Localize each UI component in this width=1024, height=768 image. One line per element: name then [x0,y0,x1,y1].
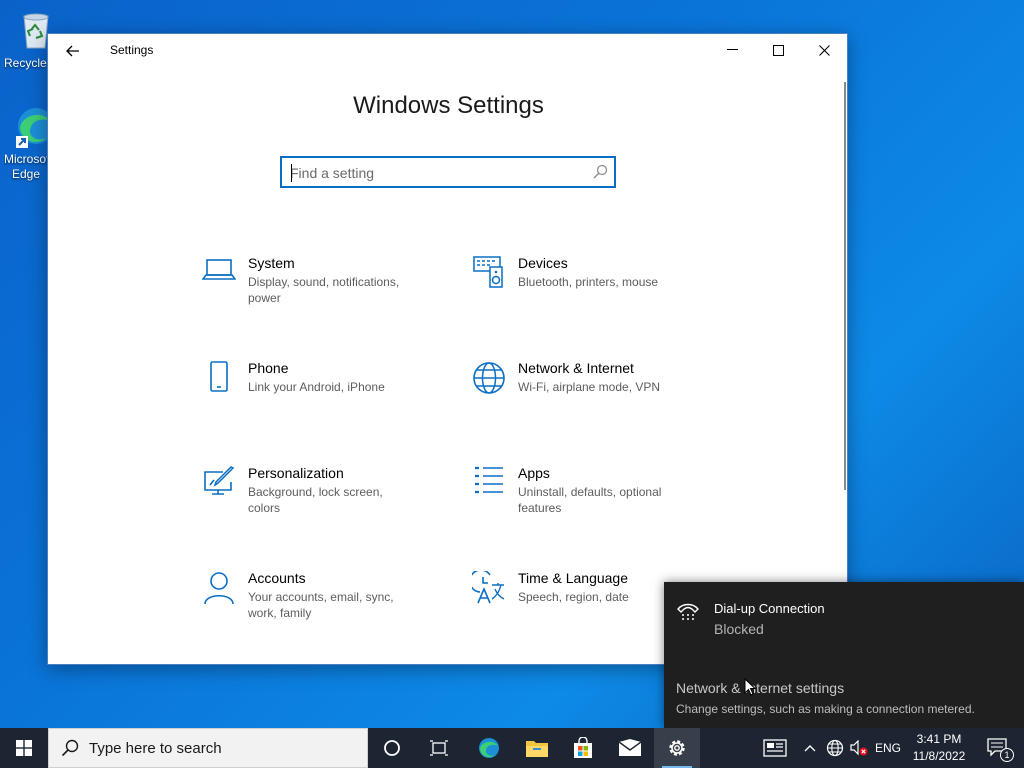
mouse-cursor-icon [744,678,756,696]
store-icon [574,737,592,758]
category-personalization[interactable]: Personalization Background, lock screen,… [194,464,434,534]
time-language-icon [464,569,514,609]
news-button[interactable] [758,728,792,768]
category-network-internet[interactable]: Network & Internet Wi-Fi, airplane mode,… [464,359,704,429]
category-accounts[interactable]: Accounts Your accounts, email, sync, wor… [194,569,434,639]
category-name: Devices [518,255,568,271]
search-icon [61,739,79,757]
page-title: Windows Settings [353,92,544,119]
category-description: Background, lock screen, colors [248,485,383,515]
category-name: Time & Language [518,570,628,586]
minimize-icon [726,49,738,50]
maximize-icon [772,44,784,56]
maximize-button[interactable] [755,34,801,66]
taskbar-search-placeholder: Type here to search [89,740,222,757]
mail-icon [618,739,642,756]
start-button[interactable] [0,728,48,768]
desktop-icon-label: Microsoft Edge [4,152,48,181]
person-icon [194,569,244,609]
settings-window: Settings Windows Settings System Display… [47,33,848,665]
task-view-button[interactable] [416,728,462,768]
mail-button[interactable] [607,728,653,768]
category-description: Your accounts, email, sync, work, family [248,590,394,620]
category-name: Phone [248,360,289,376]
connection-name: Dial-up Connection [714,601,825,616]
volume-muted-icon [850,740,868,756]
category-description: Bluetooth, printers, mouse [518,275,659,289]
category-name: Apps [518,465,550,481]
category-system[interactable]: System Display, sound, notifications, po… [194,254,434,324]
dialup-icon [676,600,700,629]
file-explorer-icon [526,741,548,757]
category-description: Link your Android, iPhone [248,380,385,394]
category-name: System [248,255,295,271]
news-icon [763,739,787,757]
input-language-button[interactable]: ENG [872,728,904,768]
clock-time: 3:41 PM [916,732,962,746]
window-title: Settings [110,43,154,57]
dialup-connection-item[interactable]: Dial-up Connection Blocked [664,592,1024,652]
network-tray-button[interactable] [822,728,848,768]
category-name: Accounts [248,570,306,586]
phone-icon [194,359,244,399]
category-name: Network & Internet [518,360,634,376]
category-phone[interactable]: Phone Link your Android, iPhone [194,359,434,429]
close-button[interactable] [801,34,847,66]
minimize-button[interactable] [709,34,755,66]
search-box[interactable] [280,156,616,188]
cortana-button[interactable] [369,728,415,768]
store-button[interactable] [560,728,606,768]
title-bar[interactable]: Settings [48,34,847,66]
notification-count-badge: 1 [1000,748,1014,762]
scrollbar[interactable] [844,82,846,490]
file-explorer-button[interactable] [514,728,560,768]
search-input[interactable] [290,162,580,184]
clock[interactable]: 3:41 PM 11/8/2022 [906,731,972,765]
network-globe-icon [826,739,844,757]
show-hidden-icons-button[interactable] [800,728,820,768]
search-icon [593,164,608,179]
cortana-icon [384,740,400,756]
category-description: Display, sound, notifications, power [248,275,400,305]
category-description: Wi-Fi, airplane mode, VPN [518,380,661,394]
category-description: Speech, region, date [518,590,629,604]
clock-date: 11/8/2022 [912,749,966,763]
category-devices[interactable]: Devices Bluetooth, printers, mouse [464,254,704,324]
edge-icon [479,738,499,758]
apps-list-icon [464,464,514,504]
category-apps[interactable]: Apps Uninstall, defaults, optional featu… [464,464,704,534]
text-caret [291,164,292,182]
network-settings-description: Change settings, such as making a connec… [676,702,975,716]
settings-taskbar-button[interactable] [654,728,700,768]
taskbar: Type here to search ENG 3:41 PM 11/8/202… [0,728,1024,768]
network-settings-link[interactable]: Network & Internet settings [676,680,844,696]
desktop-icon-label: Recycle Bin [4,56,48,70]
action-center-button[interactable]: 1 [978,728,1018,768]
laptop-icon [194,254,244,294]
category-description: Uninstall, defaults, optional features [518,485,662,515]
personalization-icon [194,464,244,504]
back-button[interactable] [58,38,88,64]
connection-status: Blocked [714,621,764,637]
network-flyout: Dial-up Connection Blocked Network & Int… [664,582,1024,728]
category-name: Personalization [248,465,344,481]
chevron-up-icon [804,745,816,752]
settings-gear-icon [669,740,685,756]
windows-logo-icon [16,740,32,756]
back-arrow-icon [66,45,79,57]
globe-icon [464,359,514,399]
close-icon [818,44,830,56]
edge-taskbar-button[interactable] [466,728,512,768]
volume-tray-button[interactable] [848,728,870,768]
task-view-icon [430,740,448,756]
devices-icon [464,254,514,294]
taskbar-search-box[interactable]: Type here to search [48,728,368,768]
